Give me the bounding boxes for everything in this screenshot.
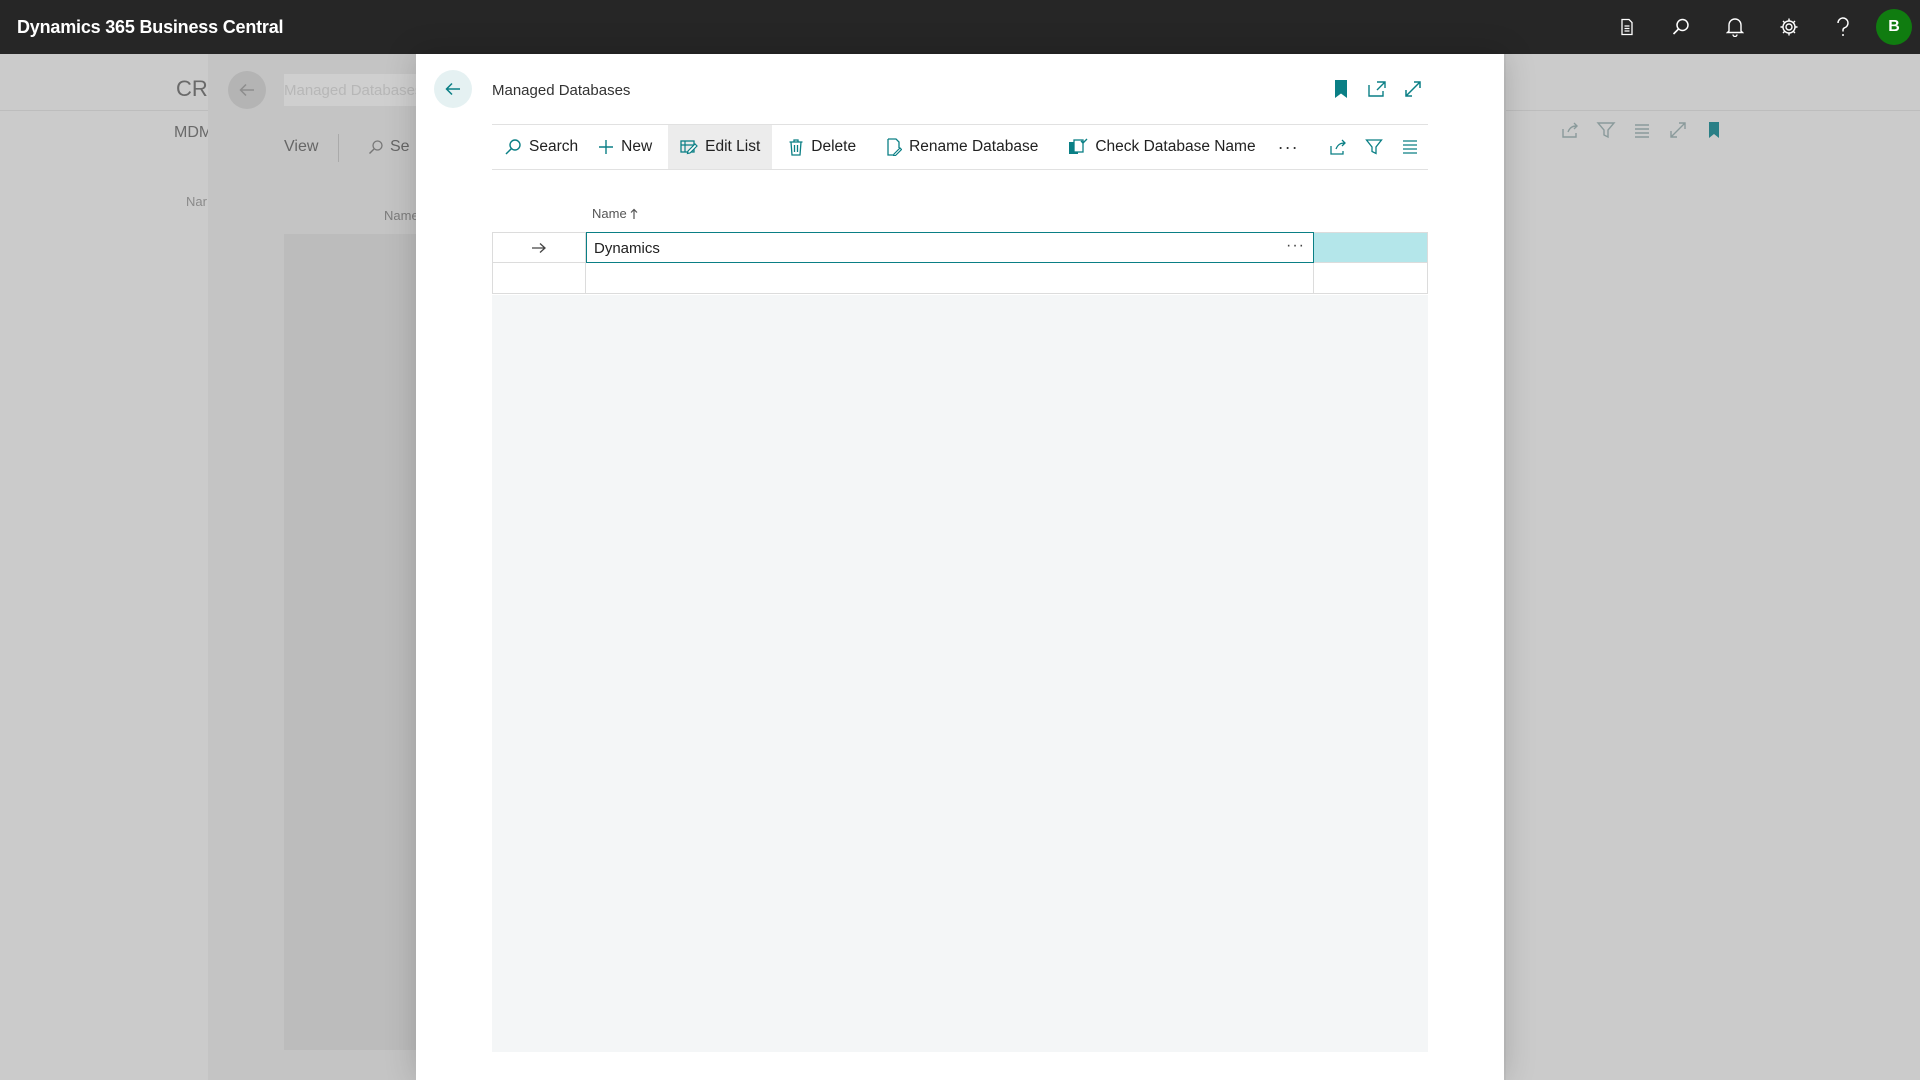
dialog-top-icons xyxy=(1330,78,1424,100)
help-icon[interactable] xyxy=(1816,0,1870,54)
share-icon[interactable] xyxy=(1320,125,1356,169)
edit-list-button[interactable]: Edit List xyxy=(668,125,773,169)
background-name-header: Name xyxy=(384,208,419,223)
gear-icon[interactable] xyxy=(1762,0,1816,54)
more-actions-button[interactable]: ··· xyxy=(1268,125,1309,169)
delete-label: Delete xyxy=(811,138,857,155)
rename-database-label: Rename Database xyxy=(909,138,1039,155)
background-back-icon xyxy=(228,71,266,109)
open-in-new-window-icon[interactable] xyxy=(1366,78,1388,100)
search-label: Search xyxy=(529,138,579,155)
list-icon xyxy=(1632,120,1654,142)
name-cell[interactable]: Dynamics ··· xyxy=(586,232,1314,263)
sort-ascending-icon xyxy=(630,208,638,219)
new-label: New xyxy=(621,138,653,155)
name-column-label: Name xyxy=(592,206,627,221)
search-icon[interactable] xyxy=(1654,0,1708,54)
database-check-icon xyxy=(1069,138,1088,154)
table-row[interactable] xyxy=(492,263,1428,294)
edit-list-label: Edit List xyxy=(705,138,761,155)
name-column-header[interactable]: Name xyxy=(592,206,638,221)
background-view-label: View xyxy=(284,138,319,155)
user-avatar[interactable]: B xyxy=(1876,9,1912,45)
list-tools xyxy=(1320,125,1428,169)
appbar-icons: B xyxy=(1600,0,1920,54)
check-database-name-label: Check Database Name xyxy=(1095,138,1256,155)
table-row[interactable]: Dynamics ··· xyxy=(492,232,1428,263)
background-subnav: MDM xyxy=(174,124,213,141)
back-arrow-icon xyxy=(445,82,460,96)
grid-rows: Dynamics ··· xyxy=(492,232,1428,294)
grid-empty-area xyxy=(492,295,1428,1052)
plus-icon xyxy=(599,140,614,154)
search-button[interactable]: Search xyxy=(492,125,590,169)
lookup-button[interactable]: ··· xyxy=(1286,237,1305,255)
bell-icon[interactable] xyxy=(1708,0,1762,54)
row-selector[interactable] xyxy=(492,233,586,262)
expand-icon[interactable] xyxy=(1402,78,1424,100)
current-row-arrow-icon xyxy=(532,242,546,253)
background-search: Se xyxy=(368,138,410,156)
action-bar: Search New Edit List Delete Rename Datab… xyxy=(492,124,1428,170)
bookmark-icon xyxy=(1704,120,1726,142)
background-name-label: Nar xyxy=(186,194,207,209)
background-search-label: Se xyxy=(390,138,410,155)
background-toolbar xyxy=(1560,120,1726,142)
dialog-title: Managed Databases xyxy=(492,82,631,99)
share-icon xyxy=(1560,120,1582,142)
rename-database-button[interactable]: Rename Database xyxy=(874,125,1050,169)
background-dialog-title: Managed Databases xyxy=(284,74,424,106)
background-separator xyxy=(338,134,339,162)
app-title[interactable]: Dynamics 365 Business Central xyxy=(17,17,284,38)
delete-button[interactable]: Delete xyxy=(776,125,868,169)
managed-databases-dialog: Managed Databases Search New Edit List D… xyxy=(416,54,1504,1080)
document-icon[interactable] xyxy=(1600,0,1654,54)
edit-list-icon xyxy=(680,140,698,155)
expand-icon xyxy=(1668,120,1690,142)
name-cell[interactable] xyxy=(586,263,1314,293)
app-bar: Dynamics 365 Business Central B xyxy=(0,0,1920,54)
filter-icon xyxy=(1596,120,1618,142)
extra-cell[interactable] xyxy=(1314,263,1428,293)
check-database-name-button[interactable]: Check Database Name xyxy=(1056,125,1267,169)
extra-cell[interactable] xyxy=(1314,233,1428,262)
search-icon xyxy=(505,139,521,155)
database-grid: Name Dynamics ··· xyxy=(492,178,1428,1056)
trash-icon xyxy=(789,139,803,156)
row-selector[interactable] xyxy=(492,263,586,293)
filter-icon[interactable] xyxy=(1356,125,1392,169)
name-value: Dynamics xyxy=(594,240,660,257)
background-breadcrumb: CR xyxy=(176,76,208,101)
background-list-area xyxy=(284,234,424,1050)
list-view-icon[interactable] xyxy=(1392,125,1428,169)
back-button[interactable] xyxy=(434,70,472,108)
bookmark-icon[interactable] xyxy=(1330,78,1352,100)
rename-icon xyxy=(887,138,903,156)
new-button[interactable]: New xyxy=(590,125,664,169)
